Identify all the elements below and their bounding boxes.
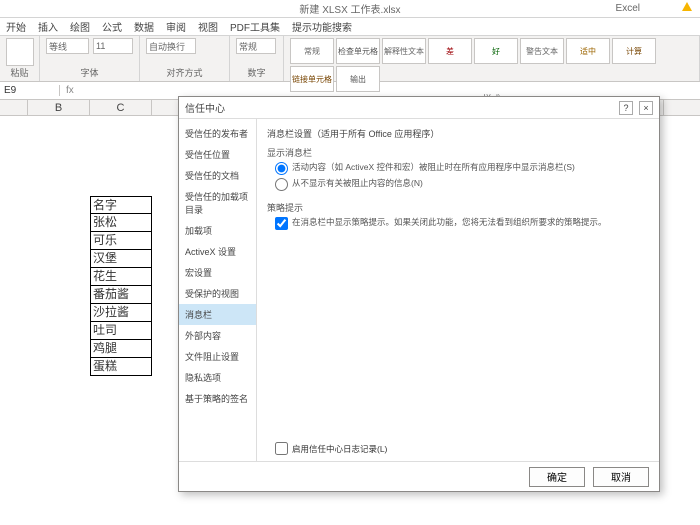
cancel-button[interactable]: 取消 xyxy=(593,467,649,487)
sidebar-item[interactable]: 隐私选项 xyxy=(179,367,256,388)
number-format-field[interactable]: 常规 xyxy=(236,38,276,54)
tab-data[interactable]: 数据 xyxy=(134,19,154,34)
dialog-main-header: 消息栏设置（适用于所有 Office 应用程序） xyxy=(267,127,649,140)
radio-input[interactable] xyxy=(275,162,288,175)
font-group-label: 字体 xyxy=(46,66,133,79)
style-link[interactable]: 链接单元格 xyxy=(290,66,334,92)
sidebar-item[interactable]: 外部内容 xyxy=(179,325,256,346)
app-name: Excel xyxy=(616,3,640,14)
cell[interactable]: 名字 xyxy=(90,196,152,214)
checkbox-input[interactable] xyxy=(275,217,288,230)
radio-never-show[interactable]: 从不显示有关被阻止内容的信息(N) xyxy=(275,177,649,191)
cell[interactable]: 可乐 xyxy=(90,232,152,250)
dialog-footer: 确定 取消 xyxy=(179,461,659,491)
radio-show-bar[interactable]: 活动内容（如 ActiveX 控件和宏）被阻止时在所有应用程序中显示消息栏(S) xyxy=(275,161,649,175)
col-c[interactable]: C xyxy=(90,100,152,115)
checkbox-policy-tip[interactable]: 在消息栏中显示策略提示。如果关闭此功能，您将无法看到组织所要求的策略提示。 xyxy=(275,216,649,230)
cell[interactable]: 吐司 xyxy=(90,322,152,340)
tab-insert[interactable]: 插入 xyxy=(38,19,58,34)
radio-input[interactable] xyxy=(275,178,288,191)
sidebar-item[interactable]: 受信任的文档 xyxy=(179,165,256,186)
style-check[interactable]: 检查单元格 xyxy=(336,38,380,64)
col-b[interactable]: B xyxy=(28,100,90,115)
dialog-title: 信任中心 xyxy=(185,100,225,115)
document-title: 新建 XLSX 工作表.xlsx xyxy=(299,1,400,16)
style-good[interactable]: 好 xyxy=(474,38,518,64)
tab-home[interactable]: 开始 xyxy=(6,19,26,34)
close-button[interactable]: × xyxy=(639,101,653,115)
cell[interactable]: 鸡腿 xyxy=(90,340,152,358)
ribbon-tabs: 开始 插入 绘图 公式 数据 审阅 视图 PDF工具集 提示功能搜索 xyxy=(0,18,700,36)
number-group-label: 数字 xyxy=(236,66,277,79)
fx-icon[interactable]: fx xyxy=(60,85,80,96)
ok-button[interactable]: 确定 xyxy=(529,467,585,487)
sidebar-item[interactable]: ActiveX 设置 xyxy=(179,241,256,262)
sidebar-item[interactable]: 受信任的加载项目录 xyxy=(179,186,256,220)
cell[interactable]: 花生 xyxy=(90,268,152,286)
section-title: 策略提示 xyxy=(267,201,649,214)
cell[interactable]: 张松 xyxy=(90,214,152,232)
style-output[interactable]: 输出 xyxy=(336,66,380,92)
dialog-titlebar: 信任中心 ? × xyxy=(179,97,659,119)
style-neutral[interactable]: 适中 xyxy=(566,38,610,64)
tab-review[interactable]: 审阅 xyxy=(166,19,186,34)
sidebar-item[interactable]: 宏设置 xyxy=(179,262,256,283)
paste-button[interactable] xyxy=(6,38,34,66)
sidebar-item[interactable]: 受保护的视图 xyxy=(179,283,256,304)
section-title: 显示消息栏 xyxy=(267,146,649,159)
sidebar-item[interactable]: 基于策略的签名 xyxy=(179,388,256,409)
tab-tell-me[interactable]: 提示功能搜索 xyxy=(292,19,352,34)
checkbox-input[interactable] xyxy=(275,442,288,455)
checkbox-logging[interactable]: 启用信任中心日志记录(L) xyxy=(275,442,387,455)
name-box[interactable]: E9 xyxy=(0,85,60,96)
sidebar-item-selected[interactable]: 消息栏 xyxy=(179,304,256,325)
dialog-sidebar: 受信任的发布者 受信任位置 受信任的文档 受信任的加载项目录 加载项 Activ… xyxy=(179,119,257,461)
cell[interactable]: 蛋糕 xyxy=(90,358,152,376)
data-column-b: 名字 张松 可乐 汉堡 花生 番茄酱 沙拉酱 吐司 鸡腿 蛋糕 xyxy=(90,196,152,376)
tab-pdf[interactable]: PDF工具集 xyxy=(230,19,280,34)
sidebar-item[interactable]: 受信任的发布者 xyxy=(179,123,256,144)
style-normal[interactable]: 常规 xyxy=(290,38,334,64)
warning-icon xyxy=(682,2,692,11)
style-bad[interactable]: 差 xyxy=(428,38,472,64)
ribbon: 粘贴 等线 11 字体 自动换行 对齐方式 常规 数字 常规 检查单元格 解释性… xyxy=(0,36,700,82)
paste-label: 粘贴 xyxy=(6,66,33,79)
sidebar-item[interactable]: 受信任位置 xyxy=(179,144,256,165)
style-warning[interactable]: 警告文本 xyxy=(520,38,564,64)
align-group-label: 对齐方式 xyxy=(146,66,223,79)
cell[interactable]: 沙拉酱 xyxy=(90,304,152,322)
trust-center-dialog: 信任中心 ? × 受信任的发布者 受信任位置 受信任的文档 受信任的加载项目录 … xyxy=(178,96,660,492)
tab-formulas[interactable]: 公式 xyxy=(102,19,122,34)
tab-draw[interactable]: 绘图 xyxy=(70,19,90,34)
wrap-field[interactable]: 自动换行 xyxy=(146,38,196,54)
titlebar: 新建 XLSX 工作表.xlsx Excel xyxy=(0,0,700,18)
style-explain[interactable]: 解释性文本 xyxy=(382,38,426,64)
dialog-main: 消息栏设置（适用于所有 Office 应用程序） 显示消息栏 活动内容（如 Ac… xyxy=(257,119,659,461)
font-size-field[interactable]: 11 xyxy=(93,38,133,54)
cell[interactable]: 番茄酱 xyxy=(90,286,152,304)
cell[interactable]: 汉堡 xyxy=(90,250,152,268)
help-button[interactable]: ? xyxy=(619,101,633,115)
style-calc[interactable]: 计算 xyxy=(612,38,656,64)
sidebar-item[interactable]: 文件阻止设置 xyxy=(179,346,256,367)
font-name-field[interactable]: 等线 xyxy=(46,38,89,54)
sidebar-item[interactable]: 加载项 xyxy=(179,220,256,241)
tab-view[interactable]: 视图 xyxy=(198,19,218,34)
